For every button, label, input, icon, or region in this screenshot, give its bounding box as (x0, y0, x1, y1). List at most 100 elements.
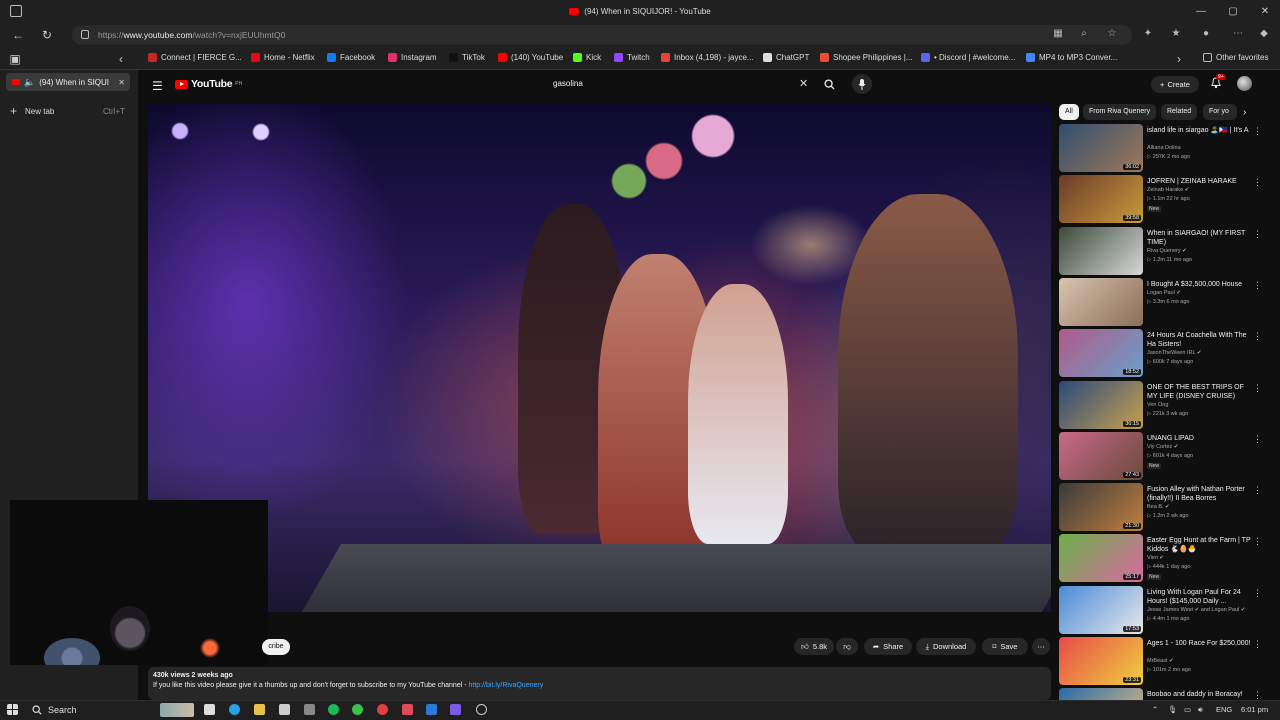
video-thumbnail[interactable]: 39:58 (1059, 175, 1143, 224)
green-app-icon[interactable] (352, 704, 363, 715)
vscode-icon[interactable] (426, 704, 437, 715)
description-link[interactable]: http://bit.ly/RivaQuenery (469, 682, 544, 689)
more-options-icon[interactable]: ⋮ (1253, 331, 1262, 342)
more-options-icon[interactable]: ⋮ (1253, 536, 1262, 547)
more-options-icon[interactable]: ⋮ (1253, 280, 1262, 291)
more-options-icon[interactable]: ⋮ (1253, 177, 1262, 188)
extensions-icon[interactable]: ✦ (1140, 28, 1156, 42)
channel-name[interactable]: Zeinab Harake ✔ (1147, 187, 1189, 193)
other-favorites-folder[interactable]: Other favorites (1203, 53, 1268, 62)
bookmark-item[interactable]: Connect | FIERCE G... (148, 53, 242, 62)
tab-active[interactable]: 🔈 (94) When in SIQUIJ ✕ (6, 73, 130, 91)
like-button[interactable]: 👍︎ 5.8k (794, 638, 834, 655)
more-options-icon[interactable]: ⋮ (1253, 383, 1262, 394)
bookmark-item[interactable]: Shopee Philippines |... (820, 53, 912, 62)
video-thumbnail[interactable]: 21:30 (1059, 483, 1143, 532)
site-info-icon[interactable] (81, 30, 89, 39)
subscribe-button[interactable]: cribe (262, 639, 290, 655)
bookmark-item[interactable]: (140) YouTube (498, 53, 563, 62)
more-options-icon[interactable]: ⋮ (1253, 229, 1262, 240)
filter-chip[interactable]: For yo (1203, 104, 1237, 120)
bookmark-item[interactable]: Twitch (614, 53, 650, 62)
share-button[interactable]: ➦ Share (864, 638, 912, 655)
video-thumbnail[interactable]: 36:02 (1059, 124, 1143, 172)
spotify-icon[interactable] (328, 704, 339, 715)
speaker-icon[interactable]: 🔈 (24, 77, 35, 88)
channel-name[interactable]: Ven Ong (1147, 402, 1168, 408)
more-options-icon[interactable]: ⋮ (1253, 639, 1262, 650)
url-field[interactable]: https://www.youtube.com/watch?v=nxjEUUhm… (72, 25, 1132, 45)
sidebar-toggle-icon[interactable]: ▣ (6, 50, 24, 68)
video-title[interactable]: island life in siargao 🏝️🇵🇭 | It's A (1147, 126, 1255, 135)
bookmark-item[interactable]: MP4 to MP3 Conver... (1026, 53, 1117, 62)
filter-chip[interactable]: All (1059, 104, 1079, 120)
more-options-icon[interactable]: ⋮ (1253, 126, 1262, 137)
recommendation-item[interactable]: 23:31 Ages 1 - 100 Race For $250,000! MrBe… (1059, 637, 1269, 686)
channel-name[interactable]: Riva Quenery ✔ (1147, 248, 1187, 254)
dislike-button[interactable]: 👎︎ (836, 638, 858, 655)
copilot-icon[interactable]: ◆ (1256, 28, 1272, 42)
search-input[interactable]: gasolina (541, 74, 815, 94)
chips-next-icon[interactable]: › (1243, 107, 1246, 118)
video-thumbnail[interactable]: 25:17 (1059, 534, 1143, 583)
battery-icon[interactable]: ▭ (1184, 705, 1191, 714)
maximize-button[interactable]: ▢ (1218, 0, 1248, 22)
browser-app-icon[interactable] (10, 5, 22, 17)
video-title[interactable]: Fusion Alley with Nathan Porter (finally… (1147, 485, 1255, 503)
recommendation-item[interactable]: When in SIARGAO! (MY FIRST TIME) Riva Que… (1059, 226, 1269, 276)
microphone-tray-icon[interactable]: 🎙︎ (1168, 705, 1178, 714)
refresh-icon[interactable]: ↻ (38, 26, 56, 44)
recommendation-item[interactable]: 21:30 Fusion Alley with Nathan Porter (fi… (1059, 483, 1269, 532)
recommendation-item[interactable]: 18:52 24 Hours At Coachella With The Ha S… (1059, 329, 1269, 378)
video-title[interactable]: Ages 1 - 100 Race For $250,000! (1147, 639, 1255, 648)
search-button[interactable] (818, 74, 840, 94)
bookmark-item[interactable]: Home - Netflix (251, 53, 315, 62)
taskbar-search[interactable]: Search (28, 702, 148, 718)
video-title[interactable]: Boobao and daddy in Boracay! (1147, 690, 1255, 699)
channel-name[interactable]: JasonTheWeen IRL ✔ (1147, 350, 1201, 356)
recommendation-item[interactable]: 36:15 ONE OF THE BEST TRIPS OF MY LIFE (D… (1059, 380, 1269, 430)
create-button[interactable]: + Create (1151, 76, 1199, 93)
video-thumbnail[interactable]: 36:15 (1059, 380, 1143, 429)
bookmarks-scroll-left-icon[interactable]: ‹ (112, 50, 130, 68)
channel-name[interactable]: Alliana Dolina (1147, 145, 1181, 151)
save-button[interactable]: ⌑ Save (982, 638, 1028, 655)
account-avatar[interactable] (1237, 76, 1252, 91)
more-options-icon[interactable]: ⋮ (1253, 485, 1262, 496)
new-tab-button[interactable]: + New tab Ctrl+T (10, 104, 125, 118)
close-window-button[interactable]: ✕ (1250, 0, 1280, 22)
video-thumbnail[interactable]: 17:53 (1059, 585, 1143, 634)
zoom-icon[interactable]: ⌕ (1076, 28, 1092, 42)
video-title[interactable]: ONE OF THE BEST TRIPS OF MY LIFE (DISNEY… (1147, 383, 1255, 401)
bookmark-item[interactable]: Facebook (327, 53, 375, 62)
more-options-icon[interactable]: ⋮ (1253, 588, 1262, 599)
channel-name[interactable]: Vien ✔ (1147, 555, 1164, 561)
video-title[interactable]: 24 Hours At Coachella With The Ha Sister… (1147, 331, 1255, 349)
profile-avatar-icon[interactable]: ● (1198, 28, 1214, 42)
channel-name[interactable]: Jesse James West ✔ and Logan Paul ✔ (1147, 607, 1245, 613)
settings-taskbar-icon[interactable] (304, 704, 315, 715)
bookmark-item[interactable]: ChatGPT (763, 53, 809, 62)
bookmark-item[interactable]: Kick (573, 53, 601, 62)
voice-search-button[interactable] (852, 74, 872, 94)
recommendation-item[interactable]: 27:43 UNANG LIPAD Viy Cortez ✔ ▷ 601k 4 day… (1059, 431, 1269, 481)
filter-chip[interactable]: From Riva Quenery (1083, 104, 1157, 120)
pink-app-icon[interactable] (402, 704, 413, 715)
bookmark-item[interactable]: • Discord | #welcome... (921, 53, 1015, 62)
recommendation-item[interactable]: 39:58 JOFREN | ZEINAB HARAKE Zeinab Harake… (1059, 175, 1269, 224)
edge-browser-icon[interactable] (229, 704, 240, 715)
youtube-logo[interactable]: YouTube PH (175, 78, 242, 90)
windows-start-icon[interactable] (7, 704, 18, 715)
file-explorer-icon[interactable] (254, 704, 265, 715)
close-tab-icon[interactable]: ✕ (118, 78, 125, 87)
recommendation-item[interactable]: 17:53 Living With Logan Paul For 24 Hours… (1059, 585, 1269, 635)
tray-chevron-icon[interactable]: ⌃ (1152, 705, 1158, 714)
video-title[interactable]: I Bought A $32,500,000 House (1147, 280, 1255, 289)
discord-taskbar-icon[interactable] (450, 704, 461, 715)
clear-search-icon[interactable]: ✕ (799, 77, 808, 90)
video-title[interactable]: When in SIARGAO! (MY FIRST TIME) (1147, 229, 1255, 247)
filter-chip[interactable]: Related (1161, 104, 1198, 120)
weather-widget-icon[interactable] (160, 703, 194, 717)
video-thumbnail[interactable]: 18:52 (1059, 329, 1143, 378)
store-icon[interactable] (279, 704, 290, 715)
